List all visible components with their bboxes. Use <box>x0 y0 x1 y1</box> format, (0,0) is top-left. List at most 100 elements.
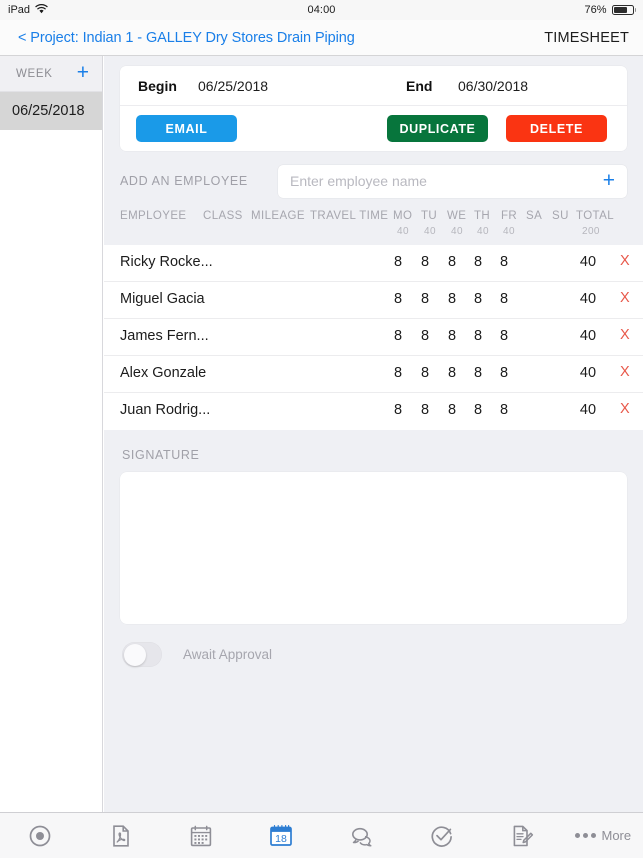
signature-section: SIGNATURE <box>104 430 643 624</box>
hours-fr[interactable]: 8 <box>496 402 512 418</box>
tab-target[interactable] <box>0 813 80 858</box>
sidebar-header: WEEK + <box>0 56 102 92</box>
col-header-sa: SA <box>526 210 543 222</box>
hours-tu[interactable]: 8 <box>417 365 433 381</box>
main-content: Begin 06/25/2018 End 06/30/2018 EMAIL DU… <box>104 56 643 812</box>
hours-mo[interactable]: 8 <box>390 402 406 418</box>
employee-table-body: Ricky Rocke... 8 8 8 8 8 40 X Miguel Gac… <box>104 245 643 430</box>
battery-percent-label: 76% <box>584 4 607 16</box>
hours-fr[interactable]: 8 <box>496 254 512 270</box>
table-row[interactable]: Juan Rodrig... 8 8 8 8 8 40 X <box>104 393 643 430</box>
week-sidebar: WEEK + 06/25/2018 <box>0 56 103 812</box>
col-header-mo: MO <box>393 210 413 222</box>
email-button[interactable]: EMAIL <box>136 115 237 142</box>
hours-fr[interactable]: 8 <box>496 365 512 381</box>
add-week-icon[interactable]: + <box>77 62 89 83</box>
begin-date-value[interactable]: 06/25/2018 <box>198 78 406 94</box>
await-approval-label: Await Approval <box>183 647 273 662</box>
hours-total: 40 <box>579 365 597 381</box>
col-header-th: TH <box>474 210 491 222</box>
svg-text:18: 18 <box>275 833 287 845</box>
delete-row-icon[interactable]: X <box>620 290 630 306</box>
document-edit-icon <box>510 824 534 848</box>
hours-th[interactable]: 8 <box>470 328 486 344</box>
hours-tu[interactable]: 8 <box>417 328 433 344</box>
toggle-knob <box>123 643 146 666</box>
timesheet-period-card: Begin 06/25/2018 End 06/30/2018 EMAIL DU… <box>120 66 627 151</box>
navigation-bar: < Project: Indian 1 - GALLEY Dry Stores … <box>0 20 643 56</box>
hours-we[interactable]: 8 <box>444 254 460 270</box>
duplicate-button[interactable]: DUPLICATE <box>387 115 488 142</box>
hours-mo[interactable]: 8 <box>390 254 406 270</box>
tab-document-edit[interactable] <box>482 813 562 858</box>
hours-total: 40 <box>579 291 597 307</box>
table-row[interactable]: Alex Gonzale 8 8 8 8 8 40 X <box>104 356 643 393</box>
col-header-fr: FR <box>501 210 518 222</box>
hours-mo[interactable]: 8 <box>390 291 406 307</box>
end-label: End <box>406 77 433 94</box>
signature-canvas[interactable] <box>120 472 627 624</box>
begin-label: Begin <box>138 77 177 94</box>
back-to-project-link[interactable]: < Project: Indian 1 - GALLEY Dry Stores … <box>18 30 355 46</box>
table-row[interactable]: Miguel Gacia 8 8 8 8 8 40 X <box>104 282 643 319</box>
status-bar: iPad 04:00 76% <box>0 0 643 20</box>
tab-calendar[interactable] <box>161 813 241 858</box>
period-dates-row: Begin 06/25/2018 End 06/30/2018 <box>120 66 627 106</box>
col-total-th: 40 <box>477 226 489 237</box>
hours-we[interactable]: 8 <box>444 328 460 344</box>
tab-tasks[interactable] <box>402 813 482 858</box>
status-bar-clock: 04:00 <box>307 4 336 16</box>
delete-row-icon[interactable]: X <box>620 401 630 417</box>
await-approval-toggle[interactable] <box>122 642 162 667</box>
hours-fr[interactable]: 8 <box>496 328 512 344</box>
col-header-su: SU <box>552 210 569 222</box>
tab-pdf-document[interactable] <box>80 813 160 858</box>
col-header-mileage: MILEAGE <box>251 210 305 222</box>
hours-fr[interactable]: 8 <box>496 291 512 307</box>
sidebar-item-label: 06/25/2018 <box>12 103 85 119</box>
hours-tu[interactable]: 8 <box>417 402 433 418</box>
calendar-icon <box>189 824 213 848</box>
period-actions-row: EMAIL DUPLICATE DELETE <box>120 106 627 151</box>
hours-total: 40 <box>579 402 597 418</box>
employee-name-input[interactable] <box>290 173 603 189</box>
hours-th[interactable]: 8 <box>470 402 486 418</box>
hours-tu[interactable]: 8 <box>417 291 433 307</box>
calendar-day-18-icon: 18 <box>268 823 294 849</box>
delete-row-icon[interactable]: X <box>620 327 630 343</box>
delete-row-icon[interactable]: X <box>620 253 630 269</box>
hours-th[interactable]: 8 <box>470 291 486 307</box>
tab-more[interactable]: More <box>563 813 643 858</box>
hours-th[interactable]: 8 <box>470 254 486 270</box>
col-header-we: WE <box>447 210 467 222</box>
hours-total: 40 <box>579 328 597 344</box>
hours-we[interactable]: 8 <box>444 365 460 381</box>
col-total-mo: 40 <box>397 226 409 237</box>
hours-th[interactable]: 8 <box>470 365 486 381</box>
employee-table-header: EMPLOYEE CLASS MILEAGE TRAVEL TIME MO TU… <box>104 205 643 245</box>
delete-row-icon[interactable]: X <box>620 364 630 380</box>
hours-tu[interactable]: 8 <box>417 254 433 270</box>
hours-we[interactable]: 8 <box>444 402 460 418</box>
col-header-class: CLASS <box>203 210 243 222</box>
sidebar-item-week[interactable]: 06/25/2018 <box>0 92 102 130</box>
end-date-value[interactable]: 06/30/2018 <box>458 78 528 94</box>
hours-mo[interactable]: 8 <box>390 365 406 381</box>
employee-name: Alex Gonzale <box>120 365 207 381</box>
table-row[interactable]: James Fern... 8 8 8 8 8 40 X <box>104 319 643 356</box>
add-employee-row: ADD AN EMPLOYEE + <box>104 157 643 205</box>
col-header-employee: EMPLOYEE <box>120 210 187 222</box>
await-approval-row: Await Approval <box>104 624 643 667</box>
tab-timesheet[interactable]: 18 <box>241 813 321 858</box>
more-icon <box>574 833 596 838</box>
tab-chat[interactable] <box>322 813 402 858</box>
col-header-total: TOTAL <box>576 210 614 222</box>
table-row[interactable]: Ricky Rocke... 8 8 8 8 8 40 X <box>104 245 643 282</box>
tab-more-label: More <box>601 828 632 843</box>
delete-timesheet-button[interactable]: DELETE <box>506 115 607 142</box>
hours-we[interactable]: 8 <box>444 291 460 307</box>
chat-bubbles-icon <box>350 824 374 848</box>
add-employee-icon[interactable]: + <box>603 170 615 191</box>
hours-mo[interactable]: 8 <box>390 328 406 344</box>
col-total-we: 40 <box>451 226 463 237</box>
